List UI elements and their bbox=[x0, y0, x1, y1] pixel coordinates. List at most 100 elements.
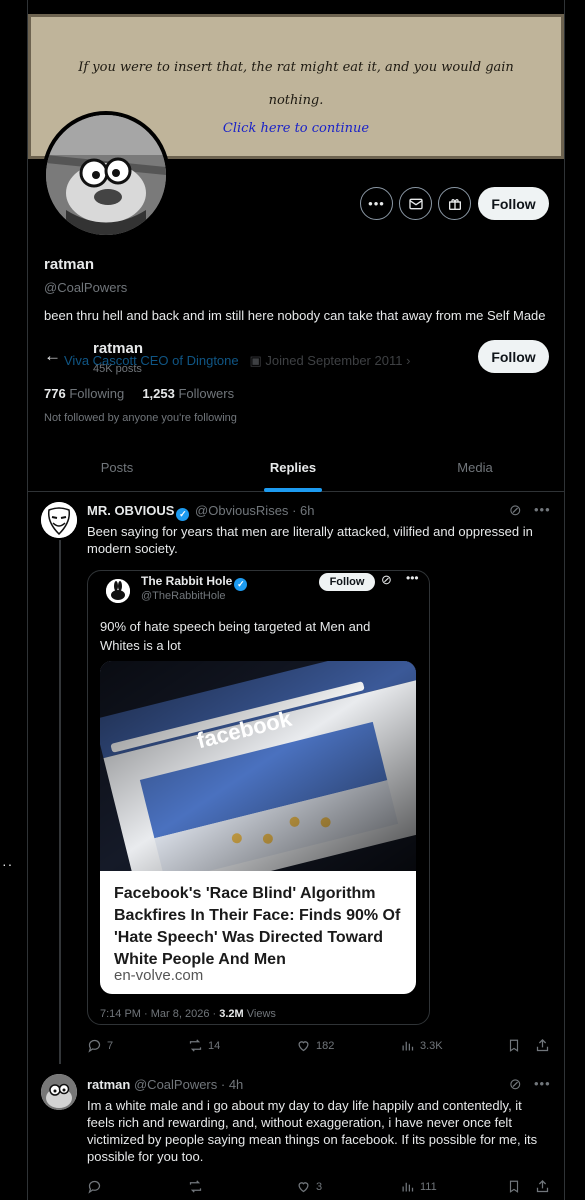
tweet1-bookmark-button[interactable] bbox=[507, 1038, 526, 1053]
tweet1-reply-button[interactable]: 7 bbox=[87, 1038, 113, 1053]
sticky-header-name: ratman bbox=[93, 340, 144, 357]
tweet1-views-count: 3.3K bbox=[420, 1039, 443, 1052]
quoted-verified-icon: ✓ bbox=[234, 578, 248, 591]
quoted-views-count: 3.2M bbox=[219, 1008, 244, 1020]
tweet2-views-count: 111 bbox=[420, 1180, 437, 1193]
tweet1-reply-count: 7 bbox=[107, 1039, 114, 1052]
tab-replies[interactable]: Replies bbox=[204, 442, 382, 492]
tweet2-handle[interactable]: @CoalPowers bbox=[134, 1077, 217, 1092]
side-more-icon: ·· bbox=[2, 856, 14, 872]
sticky-header-post-count: 45K posts bbox=[93, 363, 142, 375]
profile-handle: @CoalPowers bbox=[44, 280, 128, 295]
tab-media[interactable]: Media bbox=[386, 442, 564, 492]
mail-icon bbox=[408, 198, 423, 209]
repost-icon bbox=[189, 1180, 202, 1193]
tweet2-like-button[interactable]: 3 bbox=[296, 1179, 322, 1194]
subscribe-button[interactable] bbox=[438, 187, 471, 220]
tweet1-repost-count: 14 bbox=[208, 1039, 221, 1052]
tweet2-repost-button[interactable] bbox=[188, 1179, 208, 1194]
tweet2-more-icon[interactable]: ••• bbox=[534, 1076, 551, 1091]
grok-icon[interactable]: ⊘ bbox=[509, 501, 522, 519]
share-icon bbox=[536, 1038, 549, 1052]
follow-counts: 776 Following 1,253 Followers bbox=[44, 386, 234, 401]
tweet2-reply-button[interactable] bbox=[87, 1179, 107, 1194]
not-followed-text: Not followed by anyone you're following bbox=[44, 412, 237, 424]
sticky-follow-button[interactable]: Follow bbox=[478, 340, 549, 373]
link-card[interactable]: facebook Facebook's 'Race Blind' Algorit… bbox=[100, 661, 416, 994]
reply-icon bbox=[88, 1039, 101, 1053]
quoted-handle[interactable]: @TheRabbitHole bbox=[141, 590, 226, 602]
tweet2-text: Im a white male and i go about my day to… bbox=[87, 1098, 538, 1164]
quoted-text: 90% of hate speech being targeted at Men… bbox=[100, 619, 371, 653]
tweet1-repost-button[interactable]: 14 bbox=[188, 1038, 220, 1053]
tweet1-header: MR. OBVIOUS ✓ @ObviousRises · 6h bbox=[87, 503, 314, 521]
avatar-mr-obvious[interactable] bbox=[41, 502, 77, 538]
tweet2-header: ratman @CoalPowers · 4h bbox=[87, 1077, 243, 1092]
tweet1-handle[interactable]: @ObviousRises bbox=[195, 503, 288, 518]
tweet1-share-button[interactable] bbox=[535, 1038, 555, 1053]
tweet1-actions: 7 14 182 3.3K bbox=[87, 1038, 567, 1056]
active-tab-indicator bbox=[264, 488, 322, 492]
tweet1-time[interactable]: · 6h bbox=[292, 503, 314, 518]
more-options-button[interactable]: ••• bbox=[360, 187, 393, 220]
tab-replies-label: Replies bbox=[269, 459, 317, 475]
banner-text: If you were to insert that, the rat migh… bbox=[41, 51, 551, 117]
quoted-grok-icon[interactable]: ⊘ bbox=[381, 572, 392, 588]
quoted-footer: 7:14 PM · Mar 8, 2026 · 3.2M Views bbox=[100, 1008, 276, 1020]
reply-icon bbox=[88, 1180, 101, 1194]
quoted-author-name[interactable]: The Rabbit Hole bbox=[141, 574, 232, 588]
quoted-views-label: Views bbox=[246, 1008, 276, 1020]
tweet1-text: Been saying for years that men are liter… bbox=[87, 524, 533, 556]
tweet2-actions: 3 111 bbox=[87, 1179, 567, 1197]
tweet1-more-icon[interactable]: ••• bbox=[534, 502, 551, 517]
tweet1-author-name[interactable]: MR. OBVIOUS bbox=[87, 503, 174, 518]
card-domain: en-volve.com bbox=[114, 967, 204, 984]
followers-link[interactable]: 1,253 Followers bbox=[142, 386, 234, 401]
following-link[interactable]: 776 Following bbox=[44, 386, 124, 401]
heart-icon bbox=[298, 1041, 309, 1052]
tweet1-views-button[interactable]: 3.3K bbox=[400, 1038, 443, 1053]
share-icon bbox=[536, 1179, 549, 1193]
tweet2-views-button[interactable]: 111 bbox=[400, 1179, 437, 1194]
thread-connector-line bbox=[59, 540, 61, 1064]
quoted-more-icon[interactable]: ••• bbox=[406, 571, 419, 585]
gift-icon bbox=[448, 198, 461, 210]
tweet1-like-button[interactable]: 182 bbox=[296, 1038, 334, 1053]
joined-text: Joined September 2011 bbox=[265, 353, 403, 368]
location-text[interactable]: Viva Cascott CEO of Dingtone bbox=[64, 353, 239, 368]
quoted-follow-button[interactable]: Follow bbox=[319, 573, 375, 591]
tweet2-share-button[interactable] bbox=[535, 1179, 555, 1194]
followers-label: Followers bbox=[178, 386, 235, 401]
quoted-tweet[interactable]: The Rabbit Hole ✓ @TheRabbitHole Follow ⊘… bbox=[87, 570, 430, 1025]
tweet2-time[interactable]: · 4h bbox=[221, 1077, 243, 1092]
profile-avatar[interactable] bbox=[42, 111, 170, 239]
following-count: 776 bbox=[44, 386, 66, 401]
repost-icon bbox=[189, 1039, 202, 1052]
followers-count: 1,253 bbox=[142, 386, 175, 401]
banner-line-1: If you were to insert that, the rat migh… bbox=[78, 60, 514, 75]
avatar-ratman[interactable] bbox=[41, 1074, 77, 1110]
profile-bio: been thru hell and back and im still her… bbox=[44, 308, 546, 323]
heart-icon bbox=[298, 1182, 309, 1193]
quoted-date[interactable]: 7:14 PM · Mar 8, 2026 · bbox=[100, 1008, 216, 1020]
bookmark-icon bbox=[509, 1180, 519, 1193]
card-headline: Facebook's 'Race Blind' Algorithm Backfi… bbox=[114, 885, 401, 968]
profile-name: ratman bbox=[44, 256, 95, 273]
following-label: Following bbox=[69, 386, 125, 401]
message-button[interactable] bbox=[399, 187, 432, 220]
quoted-avatar[interactable] bbox=[106, 579, 130, 603]
calendar-icon: ▣ bbox=[242, 353, 266, 368]
quoted-author: The Rabbit Hole ✓ bbox=[141, 574, 249, 591]
profile-tabs: Posts Replies Media bbox=[28, 442, 564, 492]
tweet2-bookmark-button[interactable] bbox=[507, 1179, 526, 1194]
card-image: facebook bbox=[100, 661, 416, 871]
views-icon bbox=[402, 1041, 414, 1051]
verified-icon: ✓ bbox=[176, 508, 190, 521]
back-arrow-icon[interactable]: ← bbox=[44, 346, 61, 366]
bookmark-icon bbox=[509, 1039, 519, 1052]
tab-posts[interactable]: Posts bbox=[28, 442, 206, 492]
views-icon bbox=[402, 1182, 414, 1192]
follow-button[interactable]: Follow bbox=[478, 187, 549, 220]
tweet2-grok-icon[interactable]: ⊘ bbox=[509, 1075, 522, 1093]
tweet2-author-name[interactable]: ratman bbox=[87, 1077, 130, 1092]
